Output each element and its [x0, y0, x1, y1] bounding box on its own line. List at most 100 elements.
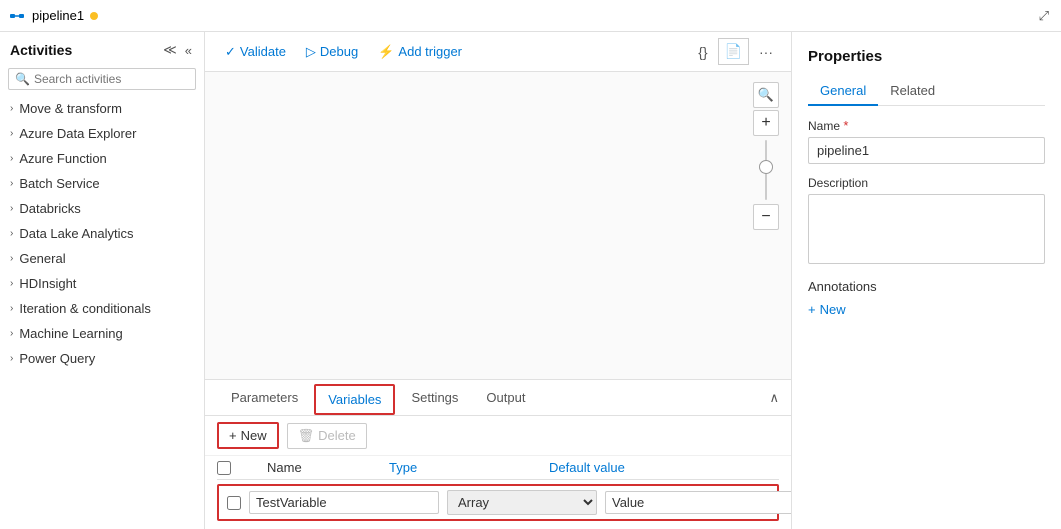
annotations-field: Annotations + New — [808, 279, 1045, 317]
description-textarea[interactable] — [808, 194, 1045, 264]
sidebar-item-label: Iteration & conditionals — [19, 301, 151, 316]
sidebar-item-iteration-conditionals[interactable]: › Iteration & conditionals — [0, 296, 204, 321]
zoom-slider-track — [765, 140, 767, 200]
zoom-search-button[interactable]: 🔍 — [753, 82, 779, 108]
toolbar-right: {} 📄 ··· — [692, 38, 779, 65]
chevron-right-icon: › — [10, 328, 13, 339]
new-variable-button[interactable]: + New — [217, 422, 279, 449]
add-trigger-button[interactable]: ⚡ Add trigger — [370, 40, 470, 64]
props-tab-related[interactable]: Related — [878, 77, 947, 106]
sidebar-item-azure-data-explorer[interactable]: › Azure Data Explorer — [0, 121, 204, 146]
canvas-drawing[interactable]: 🔍 + − — [205, 72, 791, 379]
validate-icon: ✓ — [225, 44, 236, 60]
chevron-right-icon: › — [10, 278, 13, 289]
unsaved-indicator — [90, 12, 98, 20]
zoom-out-button[interactable]: − — [753, 204, 779, 230]
name-input[interactable] — [808, 137, 1045, 164]
props-tab-general[interactable]: General — [808, 77, 878, 106]
sidebar-item-label: Power Query — [19, 351, 95, 366]
chevron-right-icon: › — [10, 178, 13, 189]
bottom-toolbar: + New 🗑 Delete — [205, 416, 791, 456]
sidebar-item-label: HDInsight — [19, 276, 76, 291]
required-indicator: * — [843, 118, 848, 133]
canvas-area: ✓ Validate ▷ Debug ⚡ Add trigger {} 📄 ··… — [205, 32, 791, 529]
sidebar-item-label: Machine Learning — [19, 326, 122, 341]
zoom-controls: 🔍 + − — [753, 82, 779, 230]
chevron-right-icon: › — [10, 303, 13, 314]
main-container: Activities ≪ « 🔍 › Move & transform › Az… — [0, 32, 1061, 529]
variable-type-select[interactable]: Array String Boolean — [447, 490, 597, 515]
tab-variables[interactable]: Variables — [314, 384, 395, 415]
debug-icon: ▷ — [306, 44, 316, 60]
sidebar-item-batch-service[interactable]: › Batch Service — [0, 171, 204, 196]
title-bar-left: pipeline1 — [8, 7, 98, 25]
tab-parameters[interactable]: Parameters — [217, 382, 312, 415]
title-bar: pipeline1 ⤢ — [0, 0, 1061, 32]
sidebar-title: Activities — [10, 42, 72, 58]
variable-default-input[interactable] — [605, 491, 791, 514]
sidebar-item-data-lake-analytics[interactable]: › Data Lake Analytics — [0, 221, 204, 246]
sidebar-item-label: Data Lake Analytics — [19, 226, 133, 241]
delete-label: Delete — [318, 428, 356, 443]
debug-label: Debug — [320, 44, 358, 59]
maximize-button[interactable]: ⤢ — [1035, 6, 1053, 26]
new-annotation-button[interactable]: + New — [808, 302, 846, 317]
sidebar-item-label: Azure Data Explorer — [19, 126, 136, 141]
sidebar-item-power-query[interactable]: › Power Query — [0, 346, 204, 371]
chevron-right-icon: › — [10, 228, 13, 239]
search-box: 🔍 — [8, 68, 196, 90]
zoom-in-button[interactable]: + — [753, 110, 779, 136]
sidebar-item-hdinsight[interactable]: › HDInsight — [0, 271, 204, 296]
pipeline-icon — [8, 7, 26, 25]
validate-button[interactable]: ✓ Validate — [217, 40, 294, 64]
zoom-slider-thumb[interactable] — [759, 160, 773, 174]
new-annotation-label: New — [820, 302, 846, 317]
bottom-table: Name Type Default value Array String Boo… — [205, 456, 791, 529]
sidebar-collapse-button[interactable]: ≪ — [161, 40, 179, 60]
chevron-right-icon: › — [10, 253, 13, 264]
search-icon: 🔍 — [15, 72, 30, 86]
sidebar-item-machine-learning[interactable]: › Machine Learning — [0, 321, 204, 346]
sidebar-header: Activities ≪ « — [0, 32, 204, 64]
col-header-name: Name — [239, 460, 389, 475]
sidebar-item-move-transform[interactable]: › Move & transform — [0, 96, 204, 121]
row-checkbox[interactable] — [227, 496, 241, 510]
bottom-tabs-left: Parameters Variables Settings Output — [217, 380, 539, 415]
code-button[interactable]: {} — [692, 40, 713, 64]
table-row: Array String Boolean — [217, 484, 779, 521]
delete-variable-button[interactable]: 🗑 Delete — [287, 423, 367, 449]
tab-output[interactable]: Output — [472, 382, 539, 415]
toolbar: ✓ Validate ▷ Debug ⚡ Add trigger {} 📄 ··… — [205, 32, 791, 72]
table-header: Name Type Default value — [217, 456, 779, 480]
validate-label: Validate — [240, 44, 286, 59]
tab-settings[interactable]: Settings — [397, 382, 472, 415]
col-header-default: Default value — [549, 460, 779, 475]
search-input[interactable] — [34, 72, 189, 86]
properties-panel: Properties General Related Name * Descri… — [791, 32, 1061, 529]
plus-icon: + — [808, 302, 816, 317]
bottom-tabs: Parameters Variables Settings Output ∧ — [205, 380, 791, 416]
chevron-right-icon: › — [10, 103, 13, 114]
annotations-label: Annotations — [808, 279, 1045, 294]
select-all-checkbox[interactable] — [217, 461, 231, 475]
description-field: Description — [808, 176, 1045, 267]
sidebar-item-general[interactable]: › General — [0, 246, 204, 271]
name-field: Name * — [808, 118, 1045, 164]
debug-button[interactable]: ▷ Debug — [298, 40, 366, 64]
sidebar-item-databricks[interactable]: › Databricks — [0, 196, 204, 221]
sidebar-item-azure-function[interactable]: › Azure Function — [0, 146, 204, 171]
title-bar-title: pipeline1 — [32, 8, 84, 23]
add-trigger-label: Add trigger — [398, 44, 462, 59]
description-label: Description — [808, 176, 1045, 190]
title-bar-right: ⤢ — [1035, 6, 1053, 26]
sidebar-item-label: Batch Service — [19, 176, 99, 191]
trigger-icon: ⚡ — [378, 44, 394, 60]
bottom-panel-collapse-button[interactable]: ∧ — [769, 390, 779, 406]
plus-icon: + — [229, 428, 237, 443]
sidebar-expand-button[interactable]: « — [183, 40, 194, 60]
chevron-right-icon: › — [10, 353, 13, 364]
variable-name-input[interactable] — [249, 491, 439, 514]
more-button[interactable]: ··· — [753, 40, 779, 64]
doc-button[interactable]: 📄 — [718, 38, 749, 65]
chevron-right-icon: › — [10, 153, 13, 164]
